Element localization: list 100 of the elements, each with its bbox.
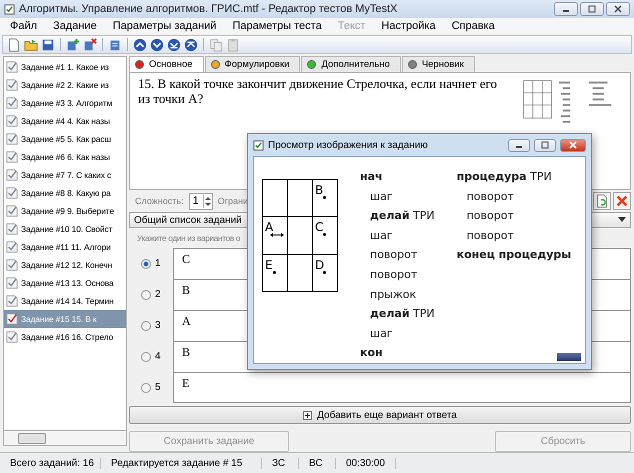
menu-item[interactable]: Задание — [53, 20, 97, 32]
point-label: E — [265, 258, 273, 272]
checkbox-icon — [253, 140, 264, 150]
menu-item[interactable]: Справка — [452, 20, 495, 32]
limit-label: Ограни — [218, 196, 248, 206]
move-up-icon[interactable] — [133, 38, 147, 52]
delete-task-icon[interactable] — [83, 38, 97, 52]
close-icon — [613, 5, 623, 13]
program-line: поворот — [369, 247, 418, 264]
checkbox-icon — [4, 4, 15, 14]
tab[interactable]: Основное — [129, 56, 204, 72]
task-item[interactable]: Задание #6 6. Как назы — [4, 148, 126, 166]
status-text: Всего заданий: 16 — [0, 458, 101, 468]
window-title: Алгоритмы. Управление алгоритмов. ГРИС.mtf - Редактор тестов MyTestX — [19, 3, 398, 15]
menu-item[interactable]: Файл — [10, 20, 38, 32]
answer-radio[interactable]: 5 — [129, 372, 173, 403]
menu-item[interactable]: Параметры теста — [232, 20, 322, 32]
maximize-button[interactable] — [580, 2, 604, 16]
answer-field[interactable]: E — [173, 372, 631, 403]
menu-item[interactable]: Параметры заданий — [112, 20, 216, 32]
dialog-title: Просмотр изображения к заданию — [268, 140, 428, 150]
task-item[interactable]: Задание #11 11. Алгори — [4, 238, 126, 256]
instruction-text: Укажите один из вариантов о — [137, 232, 240, 245]
checked-document-icon — [6, 277, 18, 289]
status-text: 00:30:00 — [336, 458, 396, 468]
program-line: шаг — [369, 326, 394, 342]
status-text: Редактируется задание # 15 — [101, 458, 262, 468]
task-item[interactable]: Задание #13 13. Основа — [4, 274, 126, 292]
task-item[interactable]: Задание #9 9. Выберите — [4, 202, 126, 220]
maximize-button[interactable] — [534, 138, 556, 152]
tab[interactable]: Дополнительно — [301, 56, 401, 72]
point-label: D — [315, 258, 324, 272]
dropdown-arrow-icon — [618, 217, 626, 223]
program-line: поворот — [466, 228, 515, 244]
task-item[interactable]: Задание #1 1. Какое из — [4, 58, 126, 76]
horizontal-scrollbar[interactable] — [3, 430, 127, 446]
move-bottom-icon[interactable] — [167, 38, 181, 52]
minimize-button[interactable] — [508, 138, 530, 152]
checked-document-icon — [6, 169, 18, 181]
point-icon — [323, 196, 326, 199]
program-line: поворот — [369, 266, 418, 283]
complexity-label: Сложность: — [135, 196, 184, 206]
task-item[interactable]: Задание #5 5. Как расш — [4, 130, 126, 148]
checked-document-icon — [6, 223, 18, 235]
program-line: делай ТРИ — [369, 306, 435, 322]
task-item[interactable]: Задание #2 2. Какие из — [4, 76, 126, 94]
program-line: кон — [360, 345, 384, 362]
delete-icon[interactable] — [613, 192, 631, 210]
point-icon — [323, 233, 326, 236]
menu-item[interactable]: Настройка — [381, 20, 436, 32]
close-button[interactable] — [560, 138, 586, 152]
close-icon — [568, 141, 578, 149]
tab[interactable]: Формулировки — [204, 56, 300, 72]
spin-arrows-icon[interactable] — [202, 194, 212, 208]
checked-document-icon — [6, 205, 18, 217]
task-item[interactable]: Задание #16 16. Стрело — [4, 328, 126, 346]
task-item[interactable]: Задание #3 3. Алгоритм — [4, 94, 126, 112]
point-label: C — [315, 221, 324, 234]
checked-document-icon — [6, 187, 18, 199]
point-icon — [323, 270, 326, 274]
minimize-button[interactable] — [554, 2, 578, 16]
answer-radio[interactable]: 3 — [129, 310, 173, 341]
task-item[interactable]: Задание #10 10. Свойст — [4, 220, 126, 238]
checked-document-icon — [6, 313, 18, 325]
answer-radio[interactable]: 2 — [129, 279, 173, 310]
checked-document-icon — [6, 61, 18, 73]
corner-block — [557, 353, 581, 361]
new-document-icon[interactable] — [7, 38, 21, 52]
save-icon[interactable] — [41, 38, 55, 52]
program-line: прыжок — [369, 286, 418, 303]
program-line: конец процедуры — [456, 247, 572, 264]
task-item[interactable]: Задание #14 14. Термин — [4, 292, 126, 310]
answer-radio[interactable]: 4 — [129, 341, 173, 372]
move-top-icon[interactable] — [184, 38, 198, 52]
status-text: ЗС — [262, 458, 299, 468]
close-button[interactable] — [606, 2, 630, 16]
task-item[interactable]: Задание #7 7. С каких с — [4, 166, 126, 184]
status-text: ВС — [299, 458, 336, 468]
maximize-icon — [540, 141, 550, 149]
task-list-icon[interactable] — [108, 38, 122, 52]
program-line: шаг — [369, 228, 394, 244]
task-item[interactable]: Задание #8 8. Какую ра — [4, 184, 126, 202]
tab[interactable]: Черновик — [402, 56, 475, 72]
folder-icon[interactable] — [24, 38, 38, 52]
task-item[interactable]: Задание #12 12. Конечн — [4, 256, 126, 274]
add-task-icon[interactable] — [66, 38, 80, 52]
maximize-icon — [587, 5, 597, 13]
add-answer-button[interactable]: Добавить еще вариант ответа — [129, 406, 631, 424]
checked-document-icon — [6, 133, 18, 145]
task-item[interactable]: Задание #4 4. Как назы — [4, 112, 126, 130]
point-icon — [273, 270, 276, 274]
plus-icon — [303, 410, 312, 420]
checked-document-icon — [6, 259, 18, 271]
move-down-icon[interactable] — [150, 38, 164, 52]
complexity-spinner[interactable]: 1 — [188, 192, 213, 210]
point-label: A — [265, 221, 274, 234]
checked-document-icon — [6, 331, 18, 343]
answer-radio[interactable]: 1 — [129, 248, 173, 279]
checked-document-icon — [6, 151, 18, 163]
refresh-document-icon[interactable] — [593, 192, 611, 210]
